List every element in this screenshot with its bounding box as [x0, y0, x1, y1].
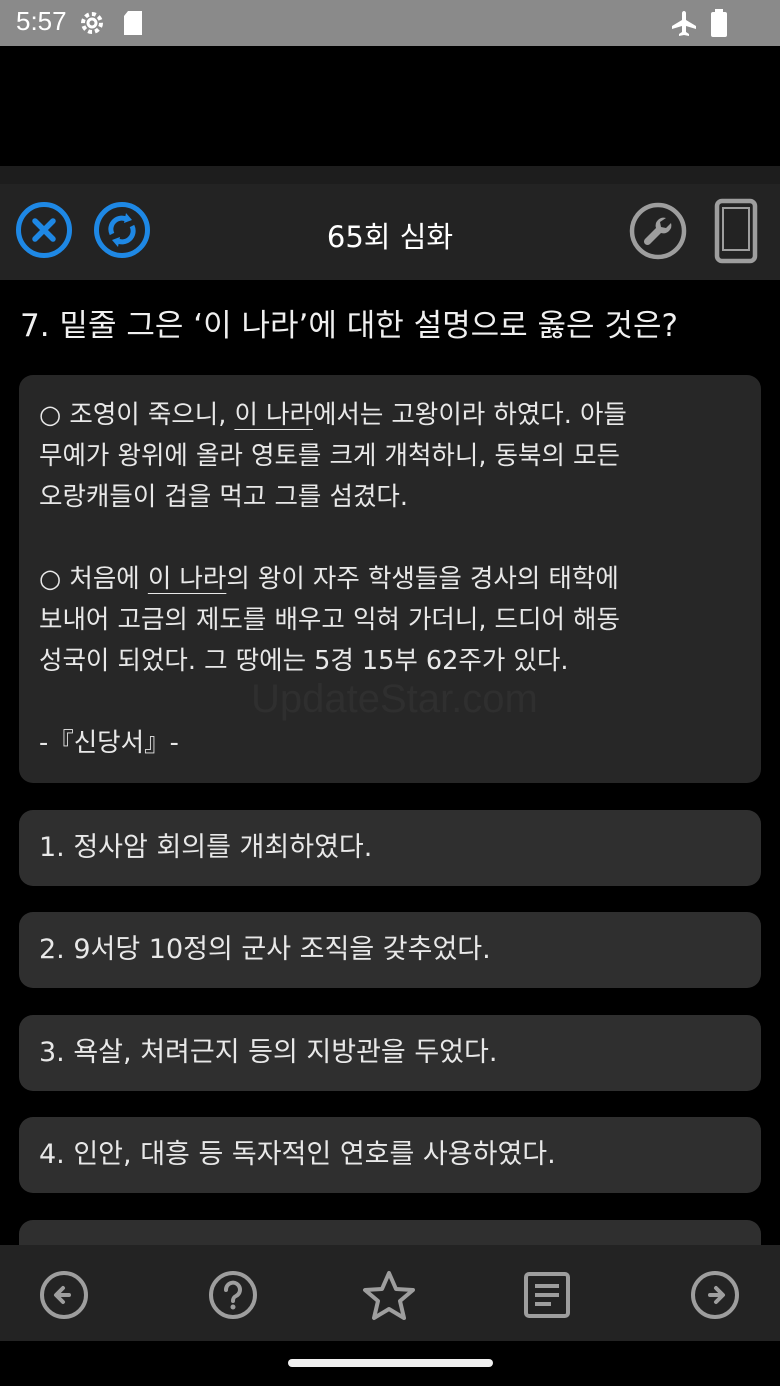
phone-icon[interactable] [714, 198, 758, 268]
wrench-icon[interactable] [628, 201, 688, 265]
question-text: 7. 밑줄 그은 ‘이 나라’에 대한 설명으로 옳은 것은? [20, 308, 678, 344]
arrow-right-circle-icon[interactable] [690, 1270, 740, 1324]
sd-card-icon [122, 9, 144, 41]
toolbar: 65회 심화 [0, 184, 780, 280]
passage-line: 성국이 되었다. 그 땅에는 5경 15부 62주가 있다. [39, 646, 569, 676]
passage-text: 의 왕이 자주 학생들을 경사의 태학에 [226, 564, 619, 594]
underlined-term: 이 나라 [147, 564, 227, 594]
passage-text: 에서는 고왕이라 하였다. 아들 [312, 400, 627, 430]
answer-option-4[interactable]: 4. 인안, 대흥 등 독자적인 연호를 사용하였다. [19, 1117, 761, 1193]
passage-line: 보내어 고금의 제도를 배우고 익혀 가더니, 드디어 해동 [39, 605, 620, 635]
passage-text: ○ 조영이 죽으니, [39, 400, 235, 430]
status-bar: 5:57 [0, 0, 780, 46]
passage-line: ○ 조영이 죽으니, 이 나라에서는 고왕이라 하였다. 아들 [39, 395, 739, 436]
home-indicator[interactable] [288, 1359, 493, 1367]
watermark: UpdateStar.com [251, 677, 538, 721]
star-icon[interactable] [361, 1269, 417, 1327]
notes-icon[interactable] [524, 1272, 570, 1322]
arrow-left-circle-icon[interactable] [39, 1270, 89, 1324]
underlined-term: 이 나라 [234, 400, 313, 430]
passage-source: -『신당서』- [39, 728, 179, 758]
close-circle-icon[interactable] [15, 201, 73, 263]
passage-text: ○ 처음에 [39, 564, 148, 594]
answer-option-1[interactable]: 1. 정사암 회의를 개최하였다. [19, 810, 761, 886]
refresh-circle-icon[interactable] [93, 201, 151, 263]
battery-icon [710, 9, 728, 41]
page-title: 65회 심화 [326, 220, 454, 254]
passage-line: 오랑캐들이 겁을 먹고 그를 섬겼다. [39, 482, 408, 512]
status-time: 5:57 [16, 6, 67, 36]
help-circle-icon[interactable] [208, 1270, 258, 1324]
answer-option-2[interactable]: 2. 9서당 10정의 군사 조직을 갖추었다. [19, 912, 761, 988]
settings-gear-icon [78, 9, 106, 41]
passage-line: 무예가 왕위에 올라 영토를 크게 개척하니, 동북의 모든 [39, 441, 620, 471]
passage-card: ○ 조영이 죽으니, 이 나라에서는 고왕이라 하였다. 아들 무예가 왕위에 … [19, 375, 761, 783]
answer-option-3[interactable]: 3. 욕살, 처려근지 등의 지방관을 두었다. [19, 1015, 761, 1091]
bottom-navigation [0, 1245, 780, 1341]
passage-line: ○ 처음에 이 나라의 왕이 자주 학생들을 경사의 태학에 [39, 559, 739, 600]
airplane-mode-icon [670, 9, 698, 41]
top-band [0, 166, 780, 184]
